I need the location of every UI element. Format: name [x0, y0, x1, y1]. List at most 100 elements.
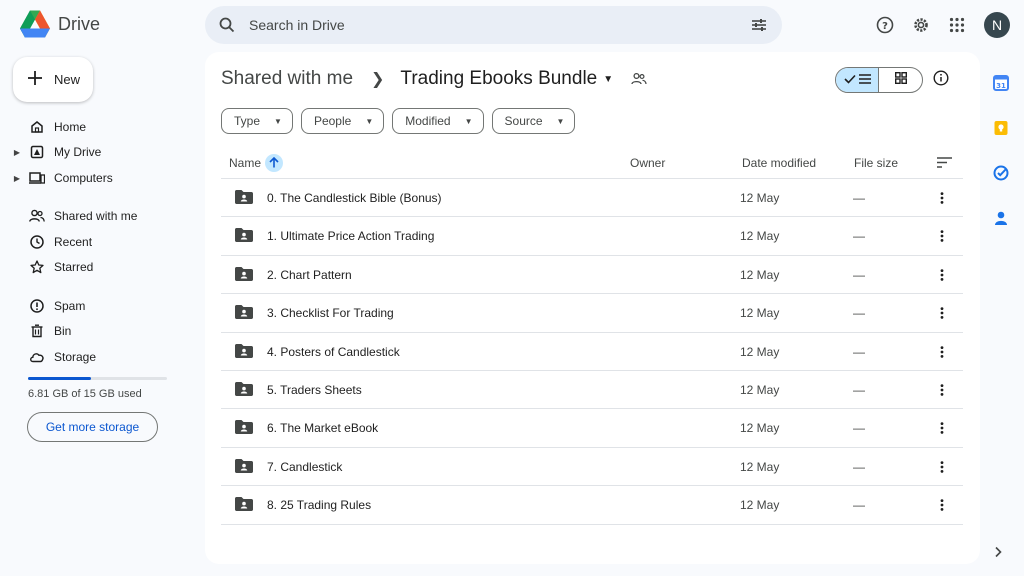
apps-grid-icon[interactable]	[944, 8, 970, 42]
file-size: —	[853, 229, 865, 244]
get-more-storage-button[interactable]: Get more storage	[27, 412, 158, 442]
sidebar-item-home[interactable]: Home	[0, 114, 190, 140]
search-input[interactable]: Search in Drive	[249, 17, 736, 33]
sidebar-item-starred[interactable]: Starred	[0, 254, 190, 280]
more-options-icon[interactable]	[936, 227, 948, 245]
filter-modified[interactable]: Modified ▼	[392, 108, 484, 134]
shared-folder-people-icon[interactable]	[631, 72, 647, 86]
column-header-owner[interactable]: Owner	[630, 146, 665, 179]
file-name[interactable]: 7. Candlestick	[267, 460, 342, 474]
expand-caret-icon[interactable]: ▶	[0, 174, 20, 183]
sidebar-item-label: Computers	[54, 171, 113, 185]
file-size: —	[853, 344, 865, 359]
more-options-icon[interactable]	[936, 496, 948, 514]
spam-icon	[20, 299, 54, 313]
help-icon[interactable]: ?	[872, 8, 898, 42]
file-name[interactable]: 3. Checklist For Trading	[267, 306, 394, 320]
filter-type[interactable]: Type ▼	[221, 108, 293, 134]
account-avatar[interactable]: N	[984, 12, 1010, 38]
table-row[interactable]: 0. The Candlestick Bible (Bonus) 12 May —	[221, 179, 963, 218]
drive-logo[interactable]: Drive	[20, 10, 100, 38]
sidebar-item-my-drive[interactable]: ▶ My Drive	[0, 139, 190, 165]
shared-folder-icon	[235, 458, 253, 476]
filter-source[interactable]: Source ▼	[491, 108, 576, 134]
date-modified: 12 May	[740, 498, 780, 513]
more-options-icon[interactable]	[936, 343, 948, 361]
sort-ascending-arrow-icon[interactable]	[265, 153, 284, 172]
keep-icon[interactable]	[988, 105, 1014, 150]
shared-folder-icon	[235, 305, 253, 322]
sidebar-item-recent[interactable]: Recent	[0, 229, 190, 255]
shared-folder-icon	[235, 343, 253, 361]
sidebar-item-storage[interactable]: Storage	[0, 344, 190, 370]
filter-chips: Type ▼ People ▼ Modified ▼ Source ▼	[221, 108, 576, 134]
file-name[interactable]: 2. Chart Pattern	[267, 268, 352, 282]
settings-gear-icon[interactable]	[908, 8, 934, 42]
page-title[interactable]: Trading Ebooks Bundle	[400, 68, 597, 90]
info-icon[interactable]	[933, 70, 949, 91]
sidebar-item-computers[interactable]: ▶ Computers	[0, 165, 190, 191]
sidebar-item-spam[interactable]: Spam	[0, 293, 190, 319]
list-view-button[interactable]	[836, 68, 880, 92]
table-row[interactable]: 1. Ultimate Price Action Trading 12 May —	[221, 217, 963, 256]
column-header-name[interactable]: Name	[229, 146, 284, 179]
more-options-icon[interactable]	[936, 189, 948, 207]
date-modified: 12 May	[740, 459, 780, 474]
sidebar-item-shared-with-me[interactable]: Shared with me	[0, 203, 190, 229]
more-options-icon[interactable]	[936, 419, 948, 437]
dropdown-arrow-icon[interactable]: ▼	[603, 74, 613, 85]
more-options-icon[interactable]	[936, 304, 948, 322]
storage-usage-fill	[28, 377, 92, 380]
file-name[interactable]: 5. Traders Sheets	[267, 383, 362, 397]
file-name[interactable]: 8. 25 Trading Rules	[267, 498, 371, 512]
date-modified: 12 May	[740, 421, 780, 436]
grid-view-button[interactable]	[879, 68, 922, 92]
breadcrumb-parent[interactable]: Shared with me	[221, 68, 353, 90]
column-header-date-modified[interactable]: Date modified	[742, 146, 816, 179]
more-options-icon[interactable]	[936, 266, 948, 284]
filter-label: Source	[504, 114, 543, 128]
search-icon[interactable]	[205, 17, 249, 33]
contacts-icon[interactable]	[988, 195, 1014, 240]
table-row[interactable]: 4. Posters of Candlestick 12 May —	[221, 333, 963, 371]
date-modified: 12 May	[740, 306, 780, 321]
search-options-icon[interactable]	[736, 18, 782, 32]
table-row[interactable]: 8. 25 Trading Rules 12 May —	[221, 486, 963, 525]
file-name[interactable]: 1. Ultimate Price Action Trading	[267, 229, 434, 243]
more-options-icon[interactable]	[936, 381, 948, 399]
filter-label: Type	[234, 114, 261, 128]
file-name[interactable]: 6. The Market eBook	[267, 421, 378, 435]
table-row[interactable]: 6. The Market eBook 12 May —	[221, 409, 963, 448]
file-size: —	[853, 267, 865, 282]
sidebar-item-label: Starred	[54, 260, 94, 274]
file-name[interactable]: 0. The Candlestick Bible (Bonus)	[267, 191, 442, 205]
table-row[interactable]: 3. Checklist For Trading 12 May —	[221, 294, 963, 333]
file-size: —	[853, 191, 865, 205]
tasks-icon[interactable]	[988, 150, 1014, 195]
table-row[interactable]: 7. Candlestick 12 May —	[221, 448, 963, 487]
shared-folder-icon	[235, 228, 253, 245]
new-button[interactable]: New	[13, 57, 93, 102]
sidebar-item-bin[interactable]: Bin	[0, 318, 190, 344]
file-size: —	[853, 498, 865, 513]
column-header-file-size[interactable]: File size	[854, 146, 898, 179]
calendar-icon[interactable]: 31	[988, 60, 1014, 105]
shared-icon	[20, 209, 54, 223]
sidebar-item-label: My Drive	[54, 145, 102, 159]
file-name[interactable]: 4. Posters of Candlestick	[267, 345, 400, 359]
table-row[interactable]: 5. Traders Sheets 12 May —	[221, 371, 963, 410]
expand-caret-icon[interactable]: ▶	[0, 148, 20, 157]
more-options-icon[interactable]	[936, 458, 948, 476]
cloud-icon	[20, 351, 54, 363]
sort-options-icon[interactable]	[937, 146, 952, 179]
date-modified: 12 May	[740, 229, 780, 244]
table-row[interactable]: 2. Chart Pattern 12 May —	[221, 256, 963, 295]
storage-usage-bar	[28, 377, 167, 380]
chevron-right-icon[interactable]	[994, 545, 1002, 563]
search-bar[interactable]: Search in Drive	[205, 6, 782, 44]
column-header-label: Name	[229, 155, 262, 170]
file-size: —	[853, 459, 865, 474]
filter-people[interactable]: People ▼	[300, 108, 385, 134]
date-modified: 12 May	[740, 267, 780, 282]
chevron-right-icon: ❯	[371, 71, 385, 88]
